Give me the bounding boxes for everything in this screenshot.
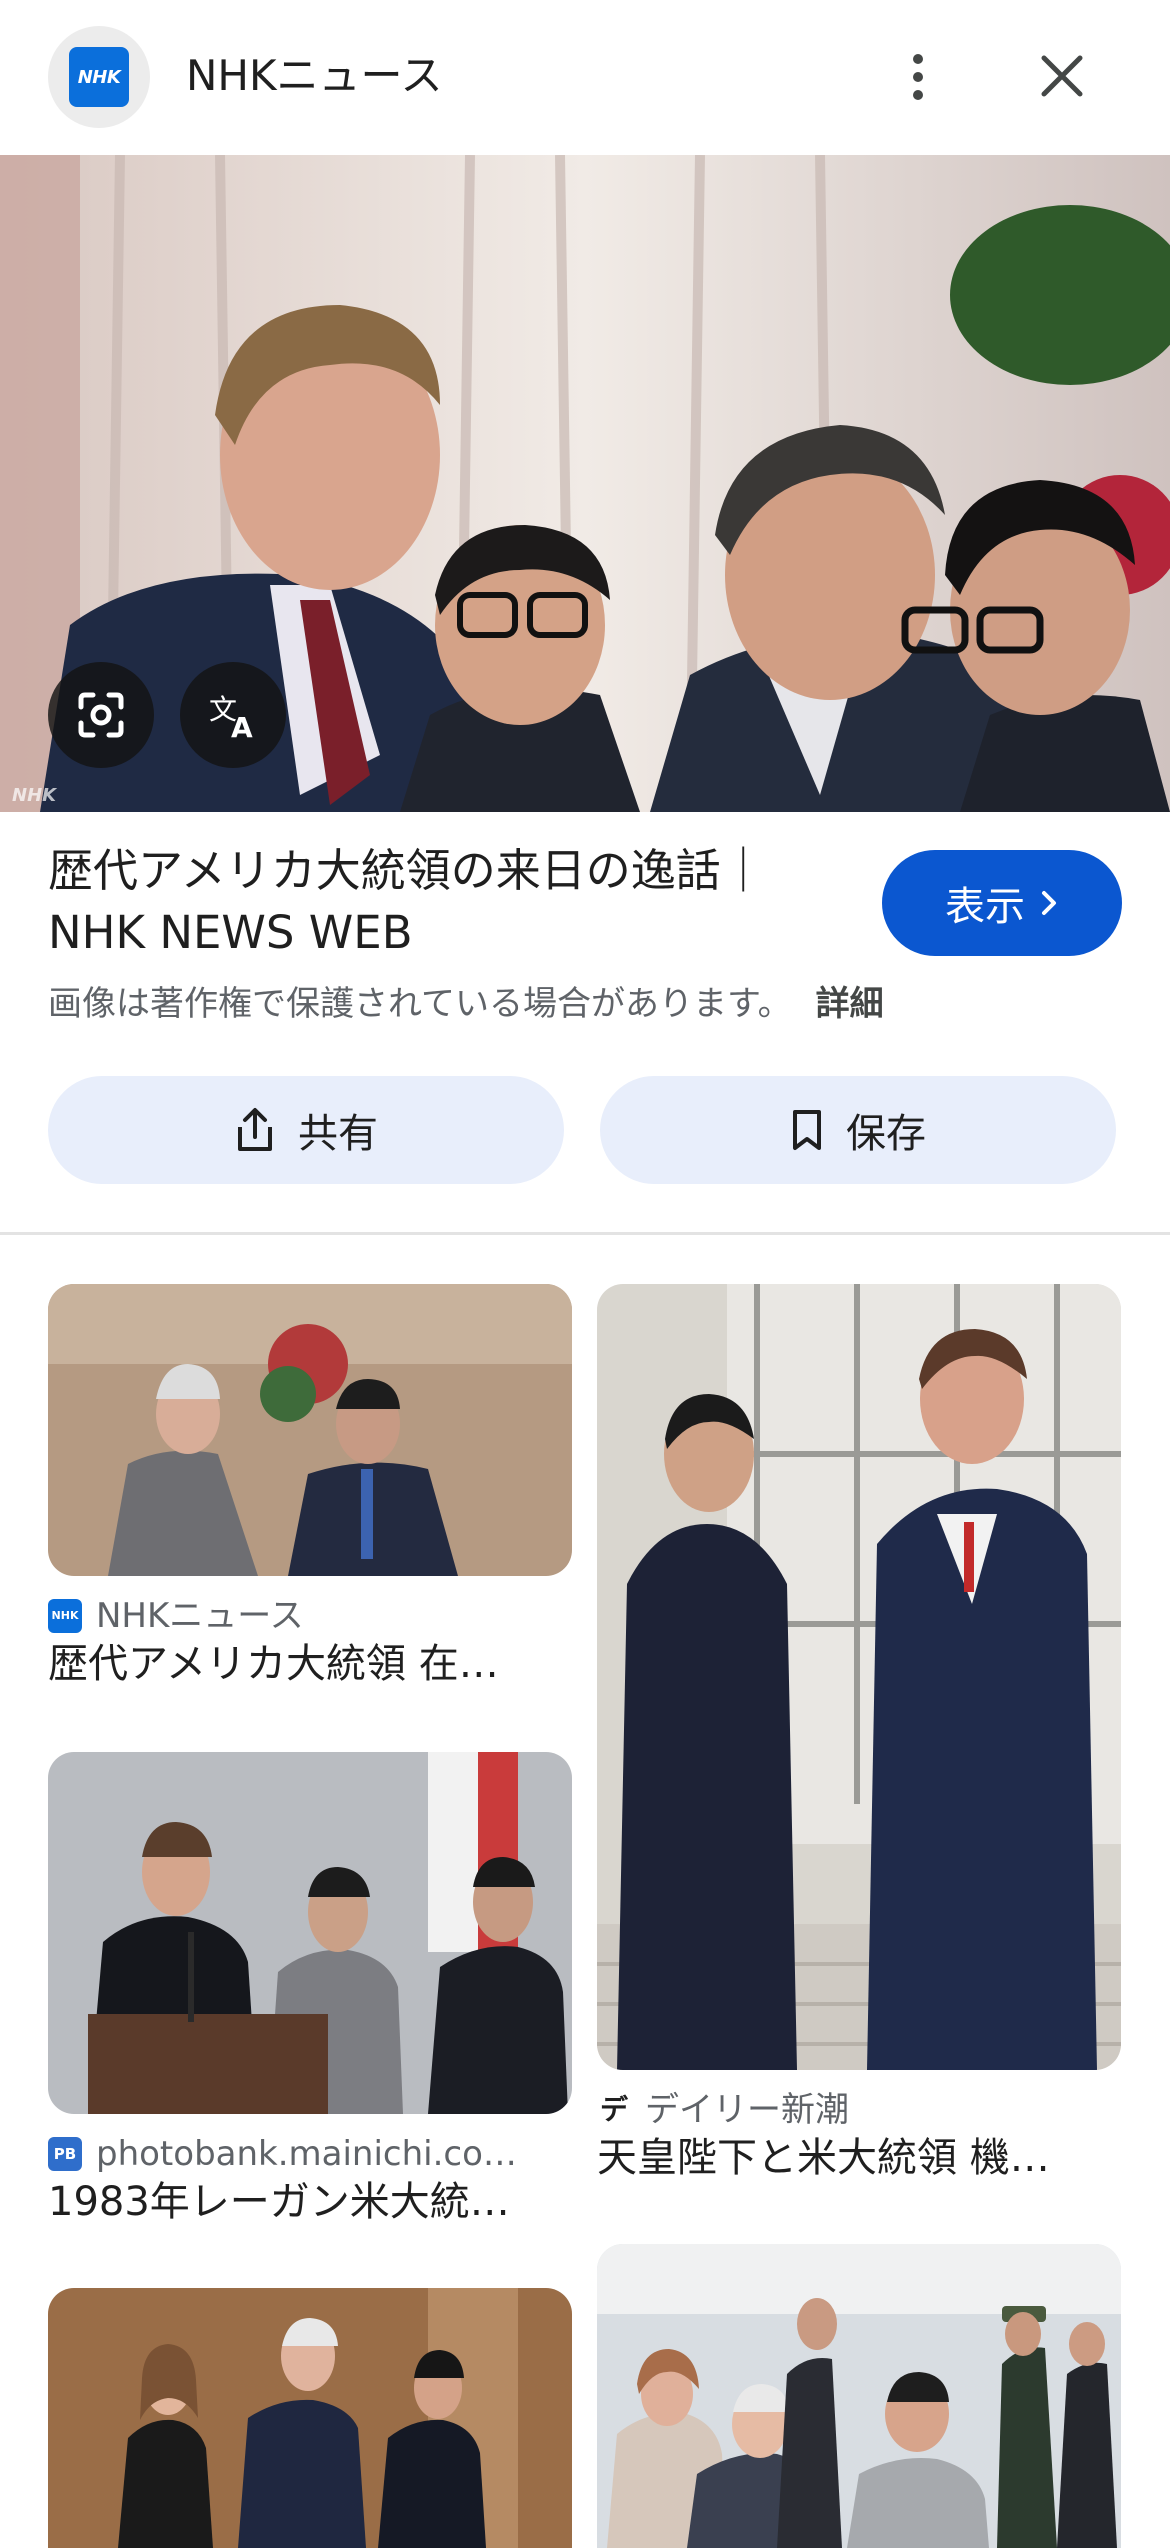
share-button[interactable]: 共有 (48, 1076, 564, 1184)
site-name[interactable]: NHKニュース (186, 48, 442, 104)
close-icon[interactable] (1030, 44, 1094, 108)
result-card[interactable] (597, 2244, 1121, 2548)
copyright-text: 画像は著作権で保護されている場合があります。 (48, 984, 792, 1024)
lens-icon (78, 692, 124, 738)
copyright-note: 画像は著作権で保護されている場合があります。 詳細 (48, 982, 884, 1026)
result-source: デ デイリー新潮 (597, 2088, 1121, 2132)
result-card[interactable] (48, 2288, 572, 2548)
result-thumbnail[interactable] (48, 1752, 572, 2114)
save-label: 保存 (846, 1111, 926, 1157)
result-thumbnail[interactable] (597, 1284, 1121, 2070)
result-caption: 1983年レーガン米大統… (48, 2179, 510, 2225)
result-thumbnail[interactable] (48, 2288, 572, 2548)
result-thumbnail[interactable] (597, 2244, 1121, 2548)
result-caption: 天皇陛下と米大統領 機… (597, 2135, 1050, 2181)
section-divider (0, 1232, 1170, 1235)
result-source: NHK NHKニュース (48, 1594, 572, 1638)
main-image[interactable] (0, 155, 1170, 812)
nhk-source-icon: NHK (48, 1599, 82, 1633)
result-source-name: デイリー新潮 (645, 2090, 849, 2130)
share-icon (238, 1108, 272, 1151)
result-caption: 歴代アメリカ大統領 在… (48, 1641, 499, 1687)
title-line-2: NHK NEWS WEB (48, 906, 413, 959)
result-card[interactable]: NHK NHKニュース 歴代アメリカ大統領 在… (48, 1284, 572, 1690)
result-card[interactable]: PB photobank.mainichi.co… 1983年レーガン米大統… (48, 1752, 572, 2228)
result-source-name: photobank.mainichi.co… (96, 2134, 517, 2174)
result-title[interactable]: 歴代アメリカ大統領の来日の逸話｜ NHK NEWS WEB (48, 840, 838, 964)
header-bar: NHK NHKニュース (0, 0, 1170, 155)
svg-text:A: A (231, 711, 253, 744)
bookmark-icon (793, 1110, 821, 1150)
result-thumbnail[interactable] (48, 1284, 572, 1576)
more-vert-icon[interactable] (888, 40, 948, 114)
view-button[interactable]: 表示 (882, 850, 1122, 956)
save-button[interactable]: 保存 (600, 1076, 1116, 1184)
view-button-label: 表示 (945, 884, 1025, 930)
nhk-logo: NHK (69, 47, 129, 107)
share-label: 共有 (298, 1111, 378, 1157)
chevron-right-icon (1042, 891, 1056, 915)
result-source: PB photobank.mainichi.co… (48, 2132, 572, 2176)
daily-shincho-icon: デ (597, 2093, 631, 2127)
translate-button[interactable]: 文 A (180, 662, 286, 768)
title-line-1: 歴代アメリカ大統領の来日の逸話｜ (48, 844, 766, 897)
details-link[interactable]: 詳細 (816, 984, 884, 1024)
result-card[interactable]: デ デイリー新潮 天皇陛下と米大統領 機… (597, 1284, 1121, 2184)
image-watermark: NHK (12, 785, 57, 806)
lens-search-button[interactable] (48, 662, 154, 768)
result-source-name: NHKニュース (96, 1596, 304, 1636)
site-logo-container[interactable]: NHK (48, 26, 150, 128)
translate-icon: 文 A (209, 693, 253, 744)
photobank-icon: PB (48, 2137, 82, 2171)
